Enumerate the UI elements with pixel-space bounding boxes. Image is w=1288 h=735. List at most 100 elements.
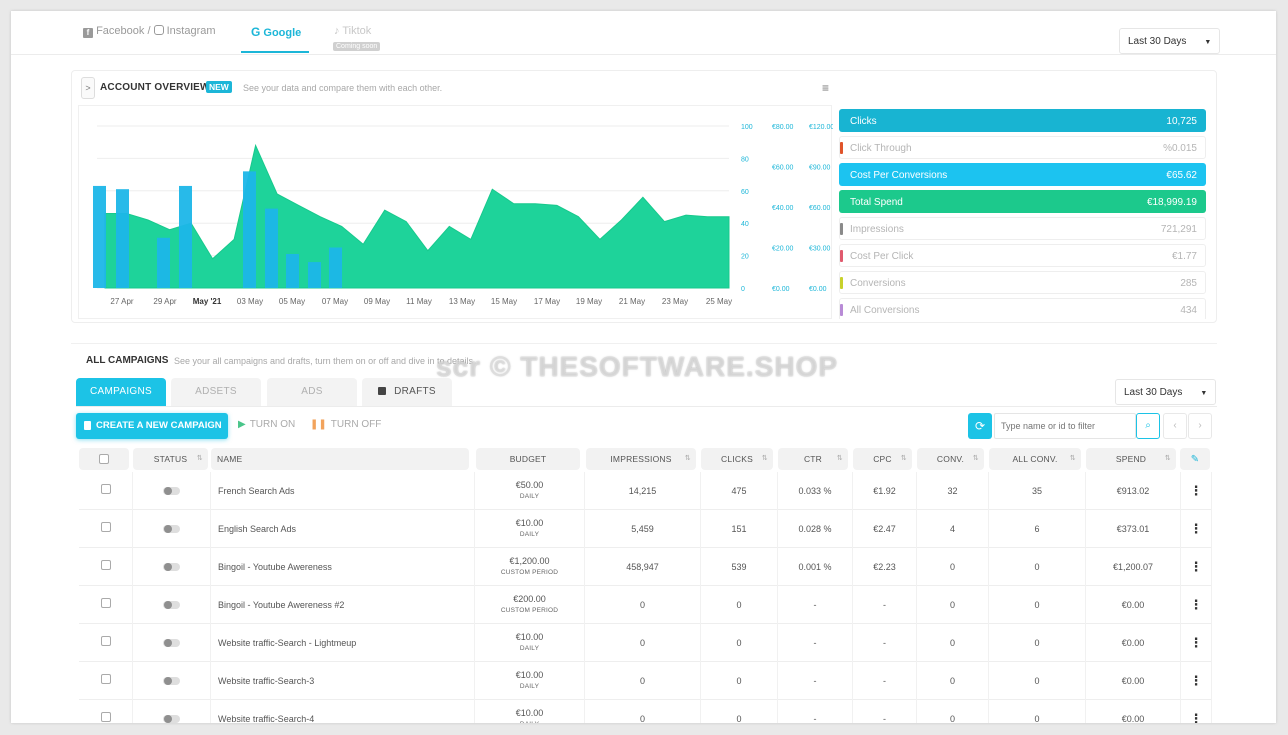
cell-allconv: 35 [989,472,1086,510]
cell-value: - [813,600,817,610]
cell-budget: €10.00 DAILY [475,510,585,548]
row-checkbox[interactable] [100,674,111,684]
status-toggle[interactable] [163,715,180,723]
row-checkbox[interactable] [100,636,111,646]
tab-ads[interactable]: ADS [267,378,357,406]
overview-chart-svg: 27 Apr 29 Apr May '21 03 May 05 May 07 May 09 … [93,124,833,306]
status-toggle[interactable] [163,525,180,533]
cell-value: 0 [736,638,742,648]
search-button[interactable]: ⌕ [1136,413,1160,439]
col-cpc[interactable]: CPC ⇅ [853,448,912,470]
row-checkbox[interactable] [100,712,111,722]
table-row[interactable]: English Search Ads €10.00 DAILY 5,459 151 0.0… [79,510,1212,548]
cell-impressions: 0 [585,662,701,700]
more-vertical-icon[interactable]: ⋮ [1181,510,1211,548]
metric-cost-per-click[interactable]: Cost Per Click €1.77 [839,244,1206,267]
cell-cpc: - [853,700,917,723]
collapse-toggle-button[interactable]: > [81,77,95,99]
more-vertical-icon[interactable]: ⋮ [1181,472,1211,510]
table-row[interactable]: Website traffic-Search-4€10.00DAILY00--0… [79,700,1212,723]
google-label: Google [263,27,302,39]
campaign-name[interactable]: French Search Ads [218,472,474,510]
tab-drafts[interactable]: DRAFTS [362,378,452,406]
campaign-name[interactable]: English Search Ads [218,510,474,548]
campaign-name[interactable]: Bingoil - Youtube Awereness [218,548,474,586]
create-campaign-label: CREATE A NEW CAMPAIGN [96,420,222,431]
table-row[interactable]: French Search Ads €50.00 DAILY 14,215 475 0.0… [79,472,1212,510]
budget-block: €200.00 CUSTOM PERIOD [475,586,584,616]
more-vertical-icon[interactable]: ⋮ [1181,548,1211,586]
campaign-name[interactable]: Bingoil - Youtube Awereness #2 [218,586,474,624]
play-icon: ▶ [238,419,246,430]
table-row[interactable]: Website traffic-Search - Lightmeup €10.00… [79,624,1212,662]
table-row[interactable]: Bingoil - Youtube Awereness €1,200.00 CUST… [79,548,1212,586]
more-vertical-icon[interactable]: ⋮ [1181,662,1211,700]
row-checkbox[interactable] [100,522,111,532]
metric-click-through[interactable]: Click Through %0.015 [839,136,1206,159]
col-clicks[interactable]: CLICKS ⇅ [701,448,773,470]
metric-cost-per-conversions[interactable]: Cost Per Conversions €65.62 [839,163,1206,186]
cell-cpc: - [853,586,917,624]
create-campaign-button[interactable]: CREATE A NEW CAMPAIGN [76,413,228,439]
tab-adsets[interactable]: ADSETS [171,378,261,406]
tab-google[interactable]: G Google [251,25,301,39]
metric-conversions[interactable]: Conversions 285 [839,271,1206,294]
metric-total-spend[interactable]: Total Spend €18,999.19 [839,190,1206,213]
cell-name: Website traffic-Search - Lightmeup [211,624,475,662]
refresh-button[interactable]: ⟳ [968,413,992,439]
col-name[interactable]: NAME [211,448,469,470]
campaigns-date-range-select[interactable]: Last 30 Days ▼ [1115,379,1217,405]
col-conv[interactable]: CONV. ⇅ [917,448,984,470]
cell-chk [79,700,133,723]
col-status[interactable]: STATUS ⇅ [133,448,208,470]
row-checkbox[interactable] [100,484,111,494]
col-spend[interactable]: SPEND ⇅ [1086,448,1176,470]
table-row[interactable]: Bingoil - Youtube Awereness #2 €200.00 CUS… [79,586,1212,624]
turn-off-button[interactable]: ❚❚ TURN OFF [310,419,381,430]
campaign-name[interactable]: Website traffic-Search-3 [218,662,474,700]
turn-on-button[interactable]: ▶ TURN ON [238,419,295,430]
status-toggle[interactable] [163,639,180,647]
col-all-conv[interactable]: ALL CONV. ⇅ [989,448,1081,470]
col-budget[interactable]: BUDGET [476,448,580,470]
col-impressions[interactable]: IMPRESSIONS ⇅ [586,448,696,470]
status-toggle[interactable] [163,563,180,571]
select-all-checkbox[interactable] [99,454,109,464]
cell-chk [79,510,133,548]
status-toggle[interactable] [163,677,180,685]
next-page-button[interactable]: › [1188,413,1212,439]
filter-input[interactable] [994,413,1136,439]
col-ctr[interactable]: CTR ⇅ [778,448,848,470]
cell-spend: €0.00 [1086,700,1181,723]
more-vertical-icon[interactable]: ⋮ [1181,624,1211,662]
cell-value: - [883,676,886,686]
metric-impressions[interactable]: Impressions 721,291 [839,217,1206,240]
more-vertical-icon[interactable]: ⋮ [1181,586,1211,624]
chevron-down-icon: ▼ [1200,390,1208,397]
y-tick-label: €20.00 [772,246,794,253]
active-tab-indicator [241,51,309,53]
metric-all-conversions[interactable]: All Conversions 434 [839,298,1206,319]
hamburger-menu-icon[interactable]: ≡ [822,81,829,95]
more-vertical-icon[interactable]: ⋮ [1181,700,1211,723]
cell-clicks: 539 [701,548,778,586]
edit-columns-header[interactable]: ✎ [1180,448,1210,470]
tab-campaigns[interactable]: CAMPAIGNS [76,378,166,406]
campaign-name[interactable]: Website traffic-Search-4 [218,700,474,723]
table-row[interactable]: Website traffic-Search-3 €10.00 DAILY 0 0 - - 0… [79,662,1212,700]
campaign-name[interactable]: Website traffic-Search - Lightmeup [218,624,474,662]
budget-period: DAILY [519,531,540,538]
row-checkbox[interactable] [100,560,111,570]
cell-conv: 0 [917,548,989,586]
top-date-range-select[interactable]: Last 30 Days ▼ [1119,28,1221,54]
prev-page-button[interactable]: ‹ [1163,413,1187,439]
cell-value: 0 [949,638,955,648]
row-checkbox[interactable] [100,598,111,608]
metric-value: 434 [1180,305,1197,316]
status-toggle[interactable] [163,601,180,609]
cell-value: - [883,600,886,610]
status-toggle[interactable] [163,487,180,495]
metric-clicks[interactable]: Clicks 10,725 [839,109,1206,132]
tab-facebook-instagram[interactable]: f Facebook / Instagram [83,25,216,38]
col-cpc-label: CPC [873,454,892,464]
